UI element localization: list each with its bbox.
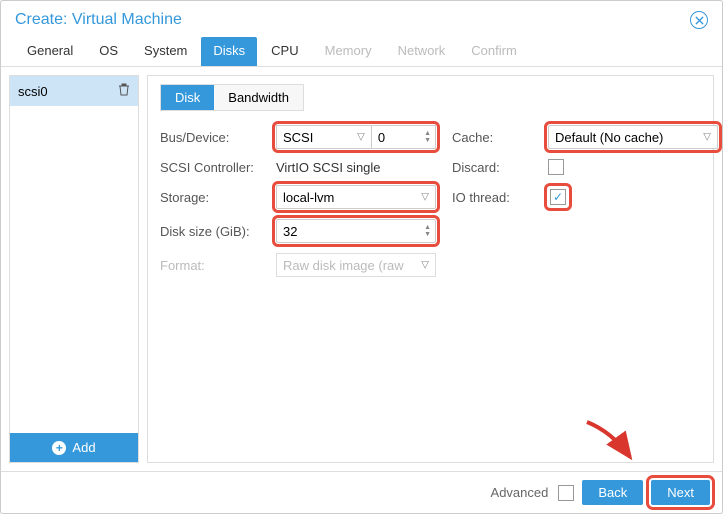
label-size: Disk size (GiB): bbox=[160, 224, 260, 239]
tab-general[interactable]: General bbox=[15, 37, 85, 66]
trash-icon[interactable] bbox=[118, 83, 130, 99]
bus-type-select[interactable]: SCSI ▽ bbox=[276, 125, 371, 149]
disk-sidebar: scsi0 + Add bbox=[9, 75, 139, 463]
disk-item-label: scsi0 bbox=[18, 84, 48, 99]
chevron-down-icon: ▽ bbox=[357, 132, 365, 143]
chevron-down-icon: ▽ bbox=[421, 260, 429, 271]
next-button[interactable]: Next bbox=[651, 480, 710, 505]
advanced-label: Advanced bbox=[491, 485, 549, 500]
tab-os[interactable]: OS bbox=[87, 37, 130, 66]
tab-system[interactable]: System bbox=[132, 37, 199, 66]
window-title: Create: Virtual Machine bbox=[15, 11, 182, 29]
chevron-down-icon: ▽ bbox=[421, 192, 429, 203]
disk-list-item[interactable]: scsi0 bbox=[10, 76, 138, 106]
subtab-disk[interactable]: Disk bbox=[161, 85, 214, 110]
format-select: Raw disk image (raw ▽ bbox=[276, 253, 436, 277]
close-icon[interactable] bbox=[690, 11, 708, 29]
add-label: Add bbox=[72, 440, 95, 455]
tab-disks[interactable]: Disks bbox=[201, 37, 257, 66]
tab-network: Network bbox=[386, 37, 458, 66]
label-bus: Bus/Device: bbox=[160, 130, 260, 145]
plus-icon: + bbox=[52, 441, 66, 455]
chevron-down-icon: ▽ bbox=[703, 132, 711, 143]
cache-select[interactable]: Default (No cache) ▽ bbox=[548, 125, 718, 149]
storage-select[interactable]: local-lvm ▽ bbox=[276, 185, 436, 209]
spinner-icon: ▲▼ bbox=[424, 130, 431, 144]
controller-value: VirtIO SCSI single bbox=[276, 160, 436, 175]
bus-index-field[interactable]: 0 ▲▼ bbox=[371, 125, 436, 149]
back-button[interactable]: Back bbox=[582, 480, 643, 505]
label-storage: Storage: bbox=[160, 190, 260, 205]
label-format: Format: bbox=[160, 258, 260, 273]
disk-config-panel: Disk Bandwidth Bus/Device: SCSI ▽ 0 ▲▼ C… bbox=[147, 75, 714, 463]
wizard-tabs: General OS System Disks CPU Memory Netwo… bbox=[1, 33, 722, 67]
subtab-bandwidth[interactable]: Bandwidth bbox=[214, 85, 303, 110]
label-discard: Discard: bbox=[452, 160, 532, 175]
tab-memory: Memory bbox=[313, 37, 384, 66]
tab-cpu[interactable]: CPU bbox=[259, 37, 310, 66]
advanced-checkbox[interactable] bbox=[558, 485, 574, 501]
spinner-icon: ▲▼ bbox=[424, 224, 431, 238]
discard-checkbox[interactable] bbox=[548, 159, 564, 175]
label-controller: SCSI Controller: bbox=[160, 160, 260, 175]
add-disk-button[interactable]: + Add bbox=[10, 433, 138, 462]
tab-confirm: Confirm bbox=[459, 37, 529, 66]
disk-size-field[interactable]: 32 ▲▼ bbox=[276, 219, 436, 243]
label-iothread: IO thread: bbox=[452, 190, 532, 205]
iothread-checkbox[interactable]: ✓ bbox=[550, 189, 566, 205]
label-cache: Cache: bbox=[452, 130, 532, 145]
